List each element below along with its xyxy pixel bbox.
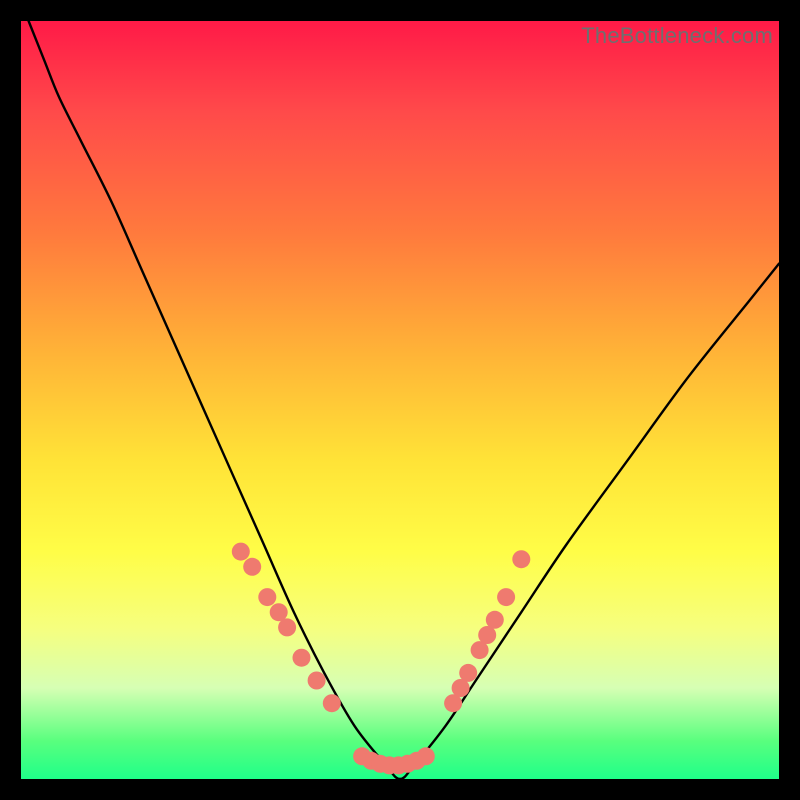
right-dot-7 (497, 588, 515, 606)
right-dot-6 (486, 611, 504, 629)
left-dot-7 (308, 672, 326, 690)
bottleneck-curve (29, 21, 779, 779)
right-dot-8 (512, 550, 530, 568)
left-dot-3 (258, 588, 276, 606)
left-dot-6 (293, 649, 311, 667)
left-dot-4 (270, 603, 288, 621)
left-dot-8 (323, 694, 341, 712)
right-dot-3 (459, 664, 477, 682)
chart-svg (21, 21, 779, 779)
flat-dot-8 (417, 747, 435, 765)
left-dot-2 (243, 558, 261, 576)
marker-layer (232, 543, 531, 775)
outer-frame: TheBottleneck.com (0, 0, 800, 800)
left-dot-1 (232, 543, 250, 561)
left-dot-5 (278, 618, 296, 636)
plot-area: TheBottleneck.com (21, 21, 779, 779)
